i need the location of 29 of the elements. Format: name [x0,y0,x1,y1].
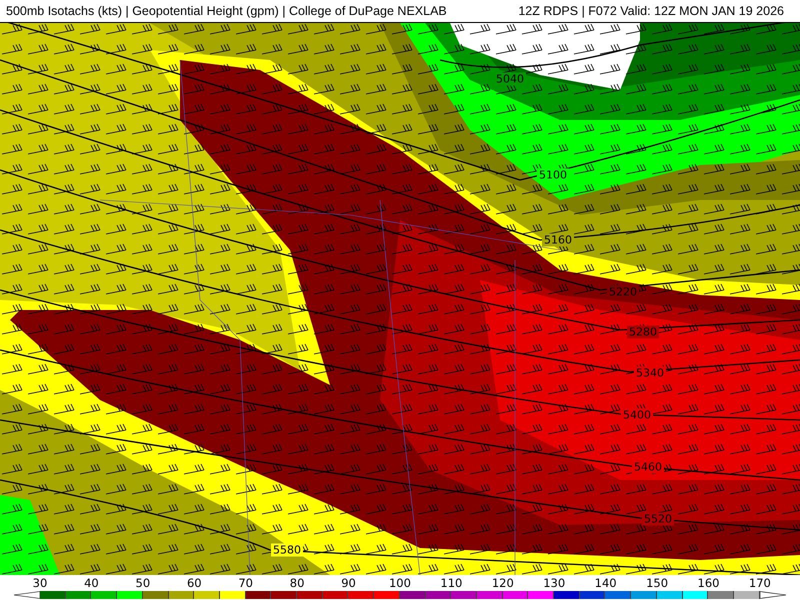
contour-label: 5520 [642,512,674,526]
contour-label: 5220 [607,286,639,298]
contour-label: 5100 [537,168,569,182]
scale-tick-label: 150 [645,576,670,590]
contour-label: 5400 [621,408,653,422]
scale-tick-label: 80 [288,576,306,590]
scale-tick-label: 160 [696,576,720,590]
scale-tick-label: 60 [186,576,203,590]
map-title: 500mb Isotachs (kts) | Geopotential Height (gpm) | College of DuPage NEXLAB [6,4,447,18]
arrow-right-icon [760,591,786,599]
arrow-left-icon [14,591,40,599]
scale-tick-label: 40 [83,576,100,590]
contour-label: 5040 [494,72,526,86]
contour-label: 5340 [634,366,666,380]
scale-tick-label: 90 [340,576,357,590]
contour-label: 5280 [627,326,659,338]
scale-tick-label: 120 [490,576,515,590]
scale-tick-label: 50 [134,576,152,590]
scale-tick-label: 100 [388,576,412,590]
contour-label: 5580 [271,544,303,556]
scale-tick-label: 30 [32,576,48,590]
scale-tick-label: 110 [439,576,464,590]
model-run-label: 12Z RDPS | F072 Valid: 12Z MON JAN 19 2026 [518,4,784,18]
contour-label: 5460 [632,460,664,474]
scale-tick-label: 70 [237,576,254,590]
scale-tick-label: 170 [748,576,772,590]
scale-tick-label: 140 [594,576,618,590]
contour-label: 5160 [542,234,574,246]
scale-tick-label: 130 [542,576,566,590]
